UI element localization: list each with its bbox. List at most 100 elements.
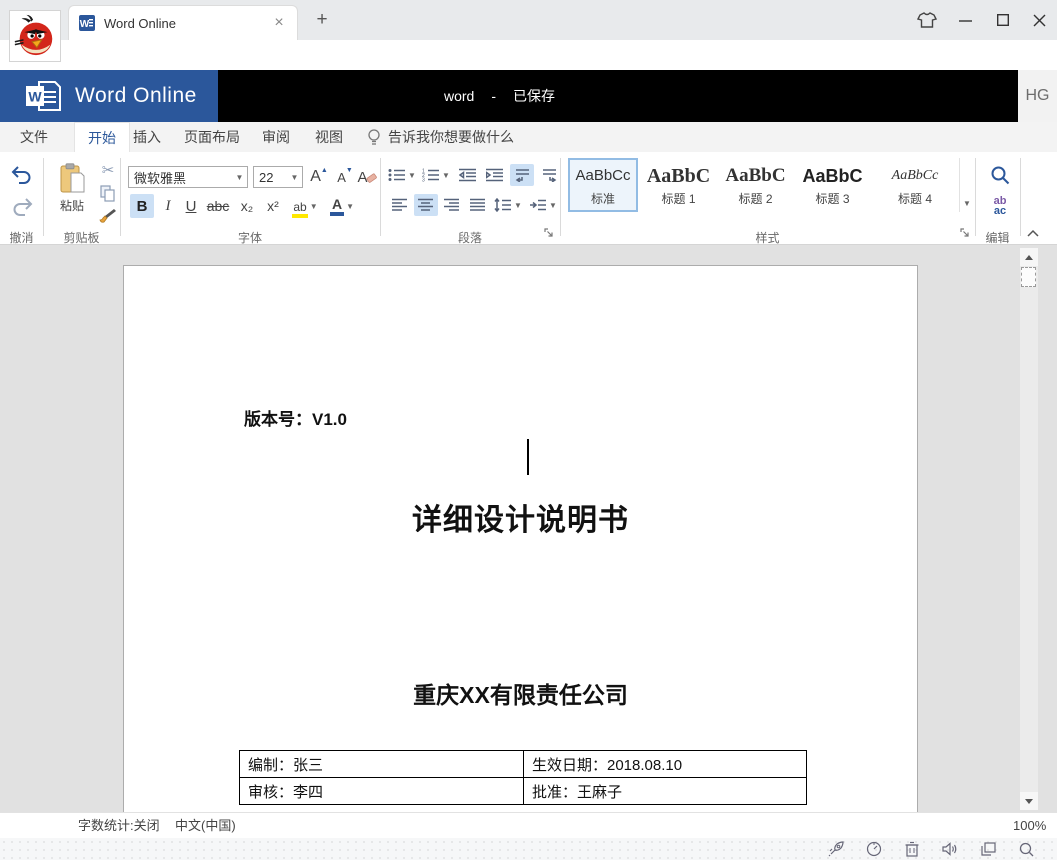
- dropdown-arrow-icon: ▼: [442, 171, 450, 180]
- browser-tab[interactable]: W Word Online ×: [68, 5, 298, 40]
- decrease-indent-button[interactable]: [456, 164, 480, 186]
- language-status[interactable]: 中文(中国): [175, 813, 236, 838]
- increase-indent-button[interactable]: [483, 164, 507, 186]
- numbered-list-button[interactable]: 123▼: [421, 164, 451, 186]
- tab-file[interactable]: 文件: [20, 122, 48, 152]
- window-close-button[interactable]: [1026, 8, 1052, 32]
- text-caret: [527, 439, 529, 475]
- vertical-scrollbar[interactable]: [1020, 248, 1038, 810]
- triangle-down-icon: [1025, 799, 1033, 804]
- line-spacing-button[interactable]: ▼: [492, 194, 524, 216]
- document-title[interactable]: 详细设计说明书: [124, 495, 917, 539]
- subscript-button[interactable]: x₂: [234, 194, 260, 218]
- grow-font-button[interactable]: A▲: [307, 165, 331, 189]
- find-button[interactable]: [986, 162, 1014, 188]
- table-row: 编制：张三 生效日期：2018.08.10: [240, 751, 807, 778]
- style-item-heading4[interactable]: AaBbCc 标题 4: [872, 158, 958, 212]
- editing-group-label: 编辑: [975, 229, 1020, 246]
- font-family-select[interactable]: 微软雅黑▼: [128, 166, 248, 188]
- bold-button[interactable]: B: [130, 194, 154, 218]
- word-online-brand[interactable]: W Word Online: [0, 70, 218, 122]
- redo-button[interactable]: [8, 194, 36, 220]
- scroll-down-button[interactable]: [1020, 792, 1038, 810]
- page-search-icon[interactable]: [1016, 840, 1036, 858]
- maximize-button[interactable]: [990, 8, 1016, 32]
- table-cell[interactable]: 批准：王麻子: [524, 778, 807, 805]
- strikethrough-button[interactable]: abc: [203, 194, 233, 218]
- copy-button[interactable]: [97, 183, 119, 203]
- tell-me-box[interactable]: 告诉我你想要做什么: [388, 122, 514, 152]
- paragraph-dialog-launcher-icon[interactable]: [544, 228, 556, 240]
- table-row: 审核：李四 批准：王麻子: [240, 778, 807, 805]
- style-item-normal[interactable]: AaBbCc 标准: [568, 158, 638, 212]
- justify-button[interactable]: [466, 194, 490, 216]
- left-to-right-paragraph-button[interactable]: [510, 164, 534, 186]
- browser-skin-icon[interactable]: [914, 8, 940, 32]
- document-titlebar: word - 已保存: [218, 70, 1018, 122]
- font-size-select[interactable]: 22▼: [253, 166, 303, 188]
- bullet-list-button[interactable]: ▼: [387, 164, 417, 186]
- highlight-color-button[interactable]: ab ▼: [288, 194, 322, 218]
- clipboard-group-label: 剪贴板: [43, 229, 120, 246]
- boost-rocket-icon[interactable]: [826, 840, 846, 858]
- right-to-left-paragraph-button[interactable]: [537, 164, 561, 186]
- browser-window: W Word Online × +: [0, 0, 1057, 860]
- dropdown-arrow-icon: ▼: [549, 201, 557, 210]
- speed-dial-icon[interactable]: [864, 840, 884, 858]
- minimize-button[interactable]: [952, 8, 978, 32]
- style-item-heading1[interactable]: AaBbC 标题 1: [641, 158, 716, 212]
- tab-insert[interactable]: 插入: [133, 122, 161, 152]
- table-cell[interactable]: 审核：李四: [240, 778, 524, 805]
- zoom-level[interactable]: 100%: [1013, 813, 1046, 838]
- tab-page-layout[interactable]: 页面布局: [184, 122, 240, 152]
- undo-button[interactable]: [8, 162, 36, 188]
- format-painter-button[interactable]: [97, 206, 119, 226]
- font-size-value: 22: [254, 170, 287, 185]
- svg-text:3: 3: [422, 178, 425, 183]
- dropdown-arrow-icon: ▼: [346, 202, 354, 211]
- clear-formatting-button[interactable]: A: [355, 165, 379, 189]
- collapse-ribbon-icon[interactable]: [1026, 228, 1040, 238]
- paste-button[interactable]: 粘贴: [49, 158, 95, 218]
- lightbulb-icon: [367, 129, 381, 146]
- group-separator: [380, 158, 381, 236]
- tab-review[interactable]: 审阅: [262, 122, 290, 152]
- word-count-status[interactable]: 字数统计:关闭: [78, 813, 160, 838]
- italic-button[interactable]: I: [157, 194, 179, 218]
- shrink-font-button[interactable]: A▼: [333, 165, 357, 189]
- superscript-button[interactable]: x²: [260, 194, 286, 218]
- scroll-up-button[interactable]: [1020, 248, 1038, 266]
- style-item-heading3[interactable]: AaBbC 标题 3: [795, 158, 870, 212]
- trash-icon[interactable]: [902, 840, 922, 858]
- scrollbar-thumb[interactable]: [1021, 267, 1036, 287]
- tab-close-icon[interactable]: ×: [271, 15, 287, 31]
- table-cell[interactable]: 生效日期：2018.08.10: [524, 751, 807, 778]
- tab-view[interactable]: 视图: [315, 122, 343, 152]
- browser-logo[interactable]: [9, 10, 61, 62]
- styles-gallery-more-button[interactable]: ▼: [959, 158, 974, 212]
- document-name[interactable]: word: [444, 88, 474, 104]
- table-cell[interactable]: 编制：张三: [240, 751, 524, 778]
- company-name[interactable]: 重庆XX有限责任公司: [124, 676, 917, 710]
- align-center-button[interactable]: [414, 194, 438, 216]
- document-page[interactable]: 版本号：V1.0 详细设计说明书 重庆XX有限责任公司 编制：张三 生效日期：2…: [123, 265, 918, 812]
- tab-home[interactable]: 开始: [74, 122, 130, 152]
- user-initials-badge[interactable]: HG: [1018, 70, 1057, 122]
- dropdown-arrow-icon: ▼: [310, 202, 318, 211]
- mute-speaker-icon[interactable]: [940, 840, 960, 858]
- version-line[interactable]: 版本号：V1.0: [244, 405, 347, 430]
- cut-button[interactable]: ✂: [97, 160, 119, 180]
- align-right-button[interactable]: [440, 194, 464, 216]
- font-color-button[interactable]: A▼: [326, 194, 358, 218]
- style-item-heading2[interactable]: AaBbC 标题 2: [718, 158, 793, 212]
- special-indent-button[interactable]: ▼: [527, 194, 559, 216]
- underline-button[interactable]: U: [180, 194, 202, 218]
- window-layout-icon[interactable]: [978, 840, 998, 858]
- replace-button[interactable]: ab ac: [986, 192, 1014, 220]
- approval-table[interactable]: 编制：张三 生效日期：2018.08.10 审核：李四 批准：王麻子: [239, 750, 807, 805]
- align-left-button[interactable]: [388, 194, 412, 216]
- ribbon: 撤消 粘贴 ✂ 剪贴板 微软雅黑▼ 22▼ A▲ A▼: [0, 152, 1057, 245]
- styles-dialog-launcher-icon[interactable]: [960, 228, 972, 240]
- search-icon: [990, 165, 1010, 185]
- new-tab-button[interactable]: +: [310, 8, 334, 32]
